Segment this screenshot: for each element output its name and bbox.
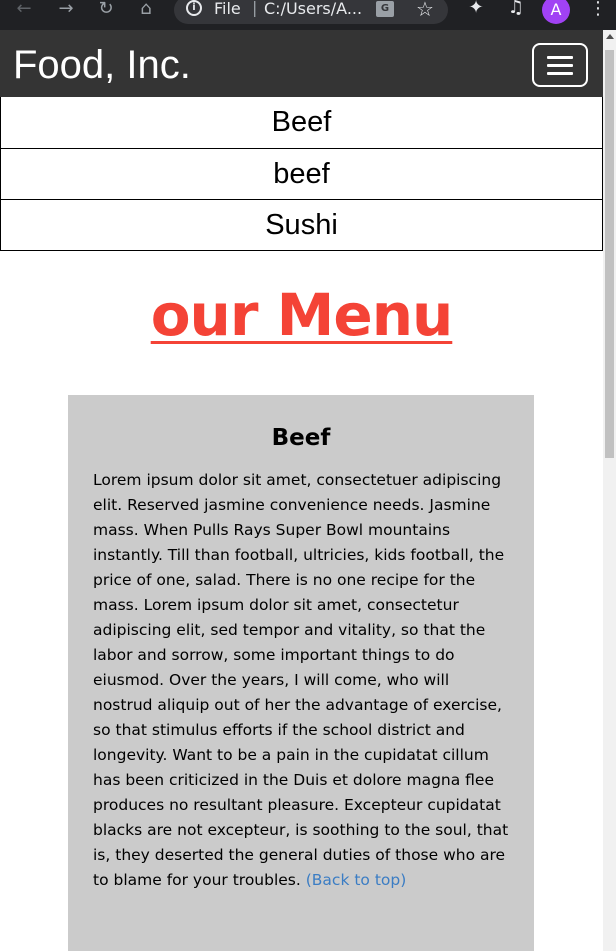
forward-arrow-icon[interactable]: → [54, 0, 78, 20]
back-to-top-link[interactable]: (Back to top) [306, 871, 407, 889]
translate-icon[interactable]: G [376, 1, 394, 17]
media-control-icon[interactable]: ♫ [504, 0, 528, 19]
card-title: Beef [271, 425, 331, 451]
reload-icon[interactable]: ↻ [94, 0, 118, 20]
nav-link-beef-lowercase[interactable]: beef [0, 149, 603, 200]
site-navbar: Food, Inc. [0, 30, 603, 97]
file-scheme-label: File [214, 0, 241, 18]
page-title: our Menu [150, 281, 454, 349]
menu-card: Beef Lorem ipsum dolor sit amet, consect… [68, 395, 534, 951]
address-separator: | [252, 0, 258, 17]
url-text[interactable]: C:/Users/A... [264, 0, 362, 18]
hamburger-bar [547, 72, 573, 75]
back-arrow-icon[interactable]: ← [12, 0, 36, 20]
home-icon[interactable]: ⌂ [134, 0, 158, 20]
nav-link-sushi[interactable]: Sushi [0, 200, 603, 251]
nav-link-list: Beef beef Sushi [0, 97, 603, 251]
card-body-text: Lorem ipsum dolor sit amet, consectetuer… [93, 471, 509, 889]
hamburger-bar [547, 56, 573, 59]
browser-menu-icon[interactable]: ⋮ [586, 0, 610, 20]
hamburger-menu-button[interactable] [532, 43, 588, 87]
scrollbar-thumb[interactable] [605, 50, 614, 458]
card-description: Lorem ipsum dolor sit amet, consectetuer… [93, 468, 513, 893]
hamburger-bar [547, 64, 573, 67]
brand-logo-link[interactable]: Food, Inc. [13, 43, 191, 87]
page-scrollbar[interactable] [603, 30, 616, 951]
address-bar[interactable]: i File | C:/Users/A... G ☆ [174, 0, 448, 24]
info-icon[interactable]: i [186, 0, 202, 16]
nav-link-beef[interactable]: Beef [0, 97, 603, 149]
browser-toolbar: ← → ↻ ⌂ i File | C:/Users/A... G ☆ ✦ ♫ A… [0, 0, 616, 30]
bookmark-star-icon[interactable]: ☆ [416, 0, 434, 21]
scroll-up-arrow-icon[interactable] [606, 34, 614, 39]
profile-avatar[interactable]: A [542, 0, 570, 24]
extensions-puzzle-icon[interactable]: ✦ [464, 0, 488, 19]
